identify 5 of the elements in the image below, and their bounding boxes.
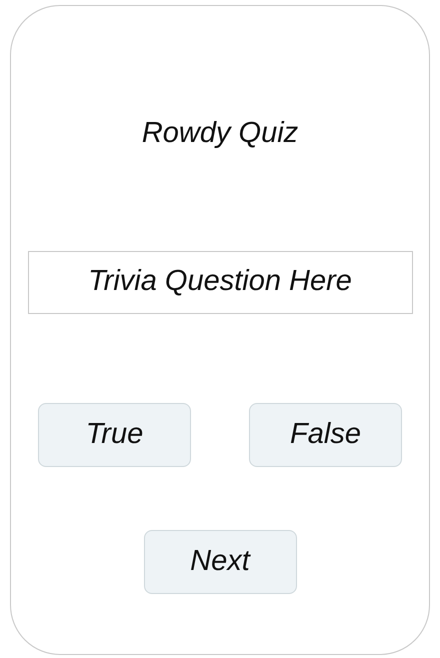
- question-box: Trivia Question Here: [28, 250, 412, 314]
- answer-button[interactable]: True: [38, 402, 191, 466]
- answer-button[interactable]: False: [249, 402, 402, 466]
- next-button[interactable]: Next: [144, 530, 296, 594]
- quiz-title: Rowdy Quiz: [142, 116, 298, 151]
